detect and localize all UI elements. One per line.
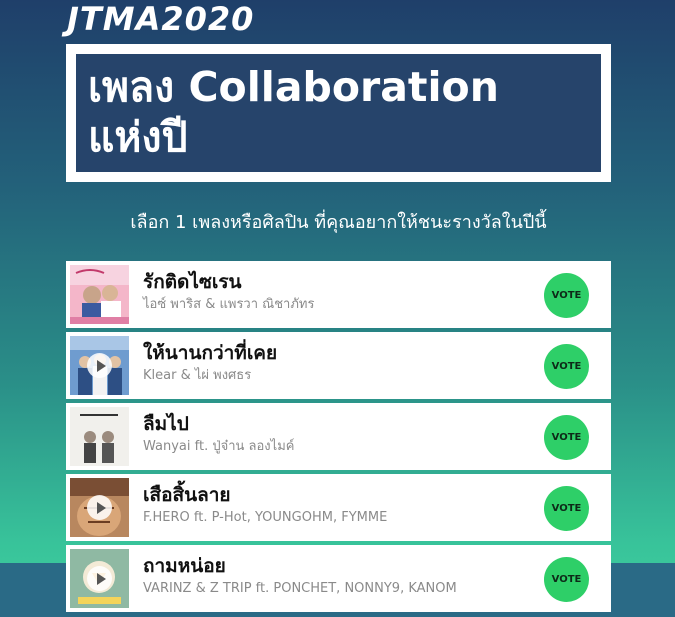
vote-button[interactable]: VOTE <box>544 273 589 318</box>
jtma-logo: JTMA2020 <box>67 0 255 38</box>
candidate-item: ลืมไป Wanyai ft. ปู่จ๋าน ลองไมค์ VOTE <box>66 403 611 470</box>
candidate-item: รักติดไซเรน ไอซ์ พาริส & แพรวา ณิชาภัทร … <box>66 261 611 328</box>
song-title: ให้นานกว่าที่เคย <box>143 342 278 364</box>
album-cover-image[interactable] <box>70 549 129 608</box>
album-cover-image[interactable] <box>70 265 129 324</box>
vote-instruction: เลือก 1 เพลงหรือศิลปิน ที่คุณอยากให้ชนะร… <box>130 212 547 233</box>
category-title-line-1: เพลง Collaboration <box>88 63 499 111</box>
vote-button[interactable]: VOTE <box>544 486 589 531</box>
vote-button[interactable]: VOTE <box>544 557 589 602</box>
vote-button[interactable]: VOTE <box>544 415 589 460</box>
song-title: เสือสิ้นลาย <box>143 484 231 506</box>
song-artist: VARINZ & Z TRIP ft. PONCHET, NONNY9, KAN… <box>143 581 457 596</box>
category-title-inner: เพลง Collaboration แห่งปี <box>76 54 601 172</box>
song-artist: F.HERO ft. P-Hot, YOUNGOHM, FYMME <box>143 510 388 525</box>
candidate-item: เสือสิ้นลาย F.HERO ft. P-Hot, YOUNGOHM, … <box>66 474 611 541</box>
song-title: รักติดไซเรน <box>143 271 242 293</box>
song-artist: ไอซ์ พาริส & แพรวา ณิชาภัทร <box>143 297 315 312</box>
song-title: ถามหน่อย <box>143 555 226 577</box>
song-artist: Klear & ไผ่ พงศธร <box>143 368 252 383</box>
candidate-item: ถามหน่อย VARINZ & Z TRIP ft. PONCHET, NO… <box>66 545 611 612</box>
album-cover-image[interactable] <box>70 336 129 395</box>
candidate-item: ให้นานกว่าที่เคย Klear & ไผ่ พงศธร VOTE <box>66 332 611 399</box>
song-artist: Wanyai ft. ปู่จ๋าน ลองไมค์ <box>143 439 295 454</box>
category-title-line-2: แห่งปี <box>88 113 188 161</box>
category-title-box: เพลง Collaboration แห่งปี <box>66 44 611 182</box>
song-title: ลืมไป <box>143 413 189 435</box>
play-icon[interactable] <box>87 566 112 591</box>
album-cover-image[interactable] <box>70 407 129 466</box>
candidate-list: รักติดไซเรน ไอซ์ พาริส & แพรวา ณิชาภัทร … <box>66 261 611 616</box>
vote-button[interactable]: VOTE <box>544 344 589 389</box>
album-cover-image[interactable] <box>70 478 129 537</box>
play-icon[interactable] <box>87 495 112 520</box>
play-icon[interactable] <box>87 353 112 378</box>
